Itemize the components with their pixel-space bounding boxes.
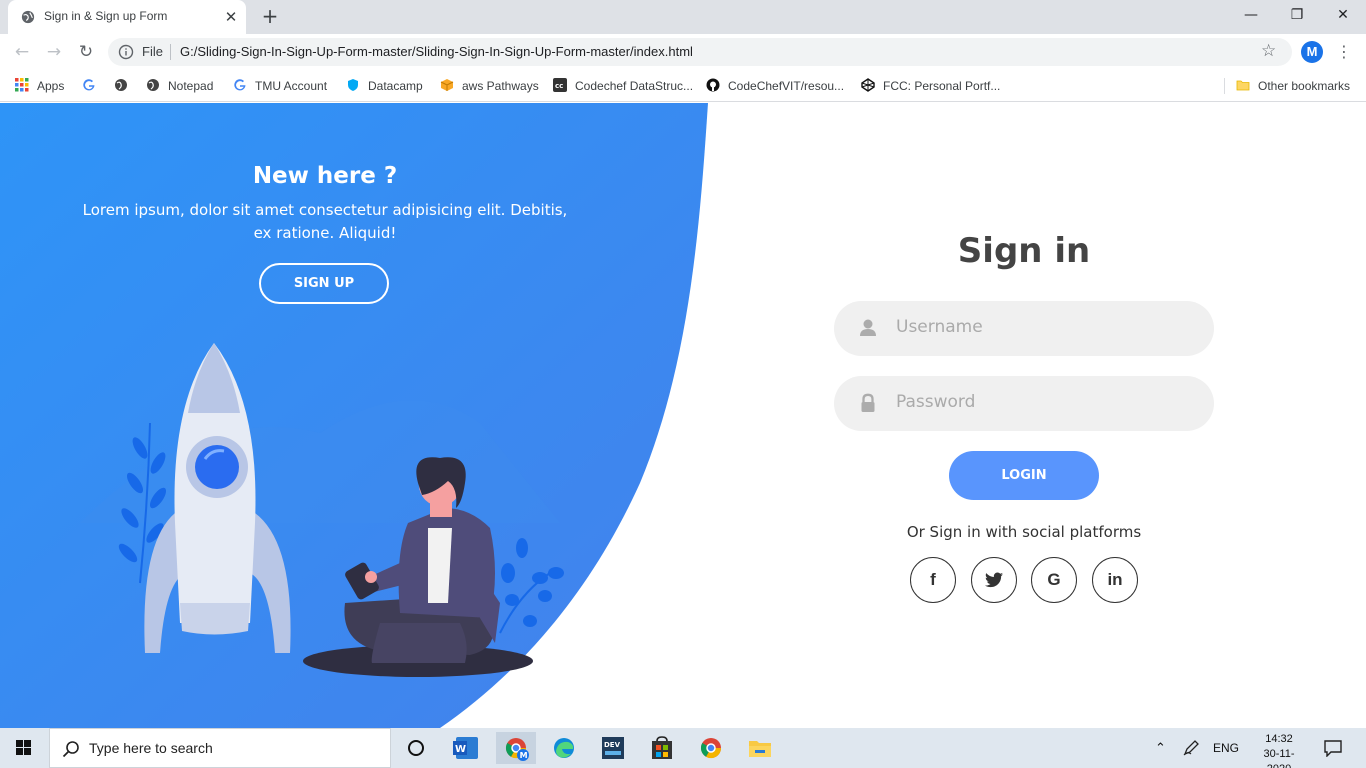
twitter-button[interactable] <box>971 557 1017 603</box>
bookmark-label: TMU Account <box>255 79 328 93</box>
password-placeholder: Password <box>896 392 976 412</box>
cc-icon: cc <box>553 78 567 92</box>
bookmark-fcc[interactable]: FCC: Personal Portf... <box>861 77 1000 95</box>
folder-icon <box>1236 80 1250 91</box>
twitter-icon <box>985 572 1003 588</box>
tab-close-icon[interactable]: ✕ <box>223 9 239 25</box>
user-icon <box>860 319 876 336</box>
taskbar-search-placeholder: Type here to search <box>89 740 213 756</box>
apps-grid-icon <box>15 78 29 92</box>
minimize-button[interactable]: — <box>1236 4 1266 26</box>
bookmark-datacamp[interactable]: Datacamp <box>346 77 423 95</box>
bookmark-label: Other bookmarks <box>1258 79 1351 93</box>
linkedin-button[interactable]: in <box>1092 557 1138 603</box>
chrome-profile-icon[interactable]: M <box>496 732 536 764</box>
bookmark-aws-pathways[interactable]: aws Pathways <box>440 77 539 95</box>
globe-icon <box>21 10 35 24</box>
bookmark-label: Notepad <box>168 79 214 93</box>
taskbar-search-box[interactable]: Type here to search <box>49 728 391 768</box>
edge-icon[interactable] <box>544 732 584 764</box>
clock-time: 14:32 <box>1265 733 1293 745</box>
bookmark-notepad[interactable]: Notepad <box>146 77 213 95</box>
sign-in-title: Sign in <box>957 231 1091 271</box>
scheme-label: File <box>142 44 163 59</box>
svg-text:cc: cc <box>555 82 563 90</box>
restore-button[interactable]: ❐ <box>1282 4 1312 26</box>
bookmark-label: Codechef DataStruc... <box>575 79 694 93</box>
bookmark-label: CodeChefVIT/resou... <box>728 79 845 93</box>
svg-text:W: W <box>455 744 466 755</box>
dev-icon[interactable]: DEV <box>593 732 633 764</box>
bookmark-label: aws Pathways <box>462 79 539 93</box>
word-icon[interactable]: W <box>446 732 486 764</box>
box-icon <box>440 79 454 91</box>
bookmark-label: Apps <box>37 79 65 93</box>
search-icon <box>62 741 79 758</box>
url-text[interactable]: G:/Sliding-Sign-In-Sign-Up-Form-master/S… <box>180 44 693 59</box>
clock-date: 30-11-2020 <box>1263 748 1295 768</box>
browser-tab-strip: Sign in & Sign up Form ✕ + — ❐ ✕ <box>0 0 1366 34</box>
bookmark-tmu-account[interactable]: TMU Account <box>233 77 327 95</box>
bookmark-label: FCC: Personal Portf... <box>883 79 1001 93</box>
info-icon[interactable] <box>118 44 134 60</box>
username-field[interactable]: Username <box>834 301 1214 356</box>
plant-right-icon <box>499 538 564 634</box>
new-tab-button[interactable]: + <box>259 5 281 27</box>
linkedin-icon: in <box>1107 570 1123 589</box>
facebook-icon: f <box>930 570 936 589</box>
svg-text:M: M <box>520 751 528 760</box>
bookmark-star-icon[interactable]: ☆ <box>1261 41 1276 61</box>
other-bookmarks[interactable]: Other bookmarks <box>1236 77 1350 95</box>
store-icon[interactable] <box>642 732 682 764</box>
browser-tab[interactable]: Sign in & Sign up Form ✕ <box>8 0 246 34</box>
bookmark-label: Datacamp <box>368 79 423 93</box>
lock-icon <box>861 393 875 412</box>
bookmarks-separator <box>1224 78 1225 94</box>
bookmark-globe[interactable] <box>114 77 136 95</box>
address-separator <box>170 44 171 60</box>
language-indicator[interactable]: ENG <box>1213 728 1239 768</box>
github-icon <box>706 78 720 92</box>
google-icon <box>234 79 246 91</box>
address-bar[interactable]: File G:/Sliding-Sign-In-Sign-Up-Form-mas… <box>108 38 1292 66</box>
bookmark-codechefvit[interactable]: CodeChefVIT/resou... <box>706 77 844 95</box>
profile-avatar[interactable]: M <box>1301 41 1323 63</box>
notifications-icon[interactable] <box>1323 739 1343 757</box>
browser-toolbar: ← → ↻ File G:/Sliding-Sign-In-Sign-Up-Fo… <box>0 34 1366 70</box>
rocket-illustration <box>80 343 564 677</box>
login-button[interactable]: LOGIN <box>949 451 1099 500</box>
username-placeholder: Username <box>896 317 983 337</box>
google-icon <box>83 79 95 91</box>
bookmark-codechef[interactable]: cc Codechef DataStruc... <box>553 77 693 95</box>
bookmark-google[interactable] <box>82 77 104 95</box>
task-view-icon[interactable] <box>396 732 436 764</box>
close-window-button[interactable]: ✕ <box>1328 4 1358 26</box>
tray-chevron-icon[interactable]: ⌃ <box>1155 728 1166 768</box>
facebook-button[interactable]: f <box>910 557 956 603</box>
codepen-icon <box>861 78 875 92</box>
chrome-icon[interactable] <box>691 732 731 764</box>
reload-button[interactable]: ↻ <box>74 41 98 63</box>
page-viewport: New here ? Lorem ipsum, dolor sit amet c… <box>0 103 1366 728</box>
svg-text:DEV: DEV <box>604 741 621 749</box>
file-explorer-icon[interactable] <box>740 732 780 764</box>
bookmarks-bar: Apps Notepad TMU Account Datacamp aws Pa… <box>0 70 1366 102</box>
forward-button[interactable]: → <box>42 41 66 63</box>
social-signin-text: Or Sign in with social platforms <box>906 523 1142 541</box>
back-button[interactable]: ← <box>10 41 34 63</box>
google-button[interactable]: G <box>1031 557 1077 603</box>
tab-title: Sign in & Sign up Form <box>44 9 168 23</box>
bookmark-apps[interactable]: Apps <box>15 77 64 95</box>
taskbar-clock[interactable]: 14:32 30-11-2020 <box>1256 732 1302 768</box>
pen-icon[interactable] <box>1182 739 1200 757</box>
globe-icon <box>115 79 127 91</box>
windows-taskbar: Type here to search W M DEV ⌃ ENG 14:32 <box>0 728 1366 768</box>
globe-icon <box>147 79 159 91</box>
google-icon: G <box>1047 570 1061 589</box>
menu-kebab-icon[interactable]: ⋮ <box>1336 41 1352 63</box>
shield-icon <box>348 79 358 91</box>
windows-start-icon[interactable] <box>0 728 48 768</box>
password-field[interactable]: Password <box>834 376 1214 431</box>
